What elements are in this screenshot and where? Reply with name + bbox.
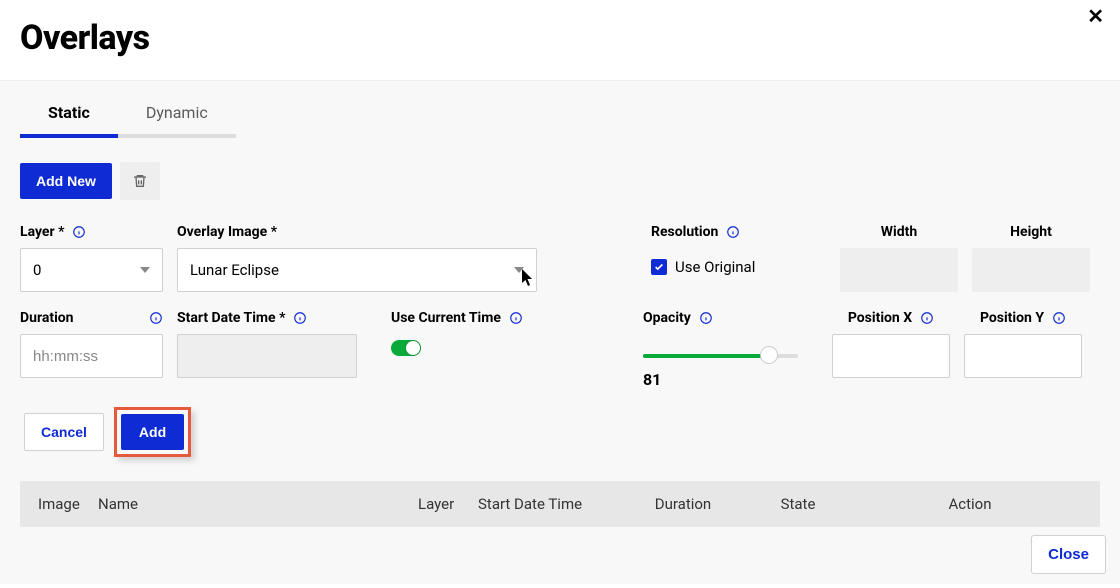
use-current-time-toggle[interactable]: [391, 340, 421, 356]
layer-label-row: Layer *: [20, 224, 163, 240]
opacity-slider[interactable]: [643, 354, 798, 358]
form-actions: Cancel Add: [0, 389, 1120, 457]
tab-static[interactable]: Static: [20, 97, 118, 134]
field-position-x: Position X: [832, 310, 950, 389]
position-x-label: Position X: [848, 310, 912, 326]
height-label-row: Height: [972, 224, 1090, 240]
use-original-label: Use Original: [675, 258, 755, 276]
th-layer: Layer: [418, 495, 478, 513]
use-current-time-label: Use Current Time: [391, 310, 501, 326]
field-overlay-image: Overlay Image * Lunar Eclipse: [177, 224, 537, 292]
close-button[interactable]: Close: [1031, 535, 1106, 574]
start-date-time-input-disabled: [177, 334, 357, 378]
position-y-input[interactable]: [964, 334, 1082, 378]
th-duration: Duration: [628, 495, 738, 513]
opacity-value: 81: [643, 370, 818, 389]
overlays-page: ✕ Overlays Static Dynamic Add New: [0, 0, 1120, 588]
field-use-current-time: Use Current Time: [391, 310, 561, 389]
info-icon[interactable]: [149, 311, 163, 325]
form-row-1: Layer * 0 Overlay Image * Lunar: [0, 200, 1120, 292]
th-action: Action: [858, 495, 1082, 513]
cancel-button[interactable]: Cancel: [24, 413, 104, 451]
add-new-button[interactable]: Add New: [20, 163, 112, 199]
tab-dynamic[interactable]: Dynamic: [118, 97, 236, 134]
info-icon[interactable]: [293, 311, 307, 325]
opacity-label-row: Opacity: [643, 310, 818, 326]
th-start-date-time: Start Date Time: [478, 495, 628, 513]
width-label: Width: [881, 224, 917, 240]
info-icon[interactable]: [509, 311, 523, 325]
use-original-checkbox[interactable]: [651, 259, 667, 275]
field-start-date-time: Start Date Time *: [177, 310, 357, 389]
overlay-image-label-row: Overlay Image *: [177, 224, 537, 240]
info-icon[interactable]: [1052, 311, 1066, 325]
width-input-disabled: [840, 248, 958, 292]
duration-label-row: Duration: [20, 310, 163, 326]
width-label-row: Width: [840, 224, 958, 240]
position-x-label-row: Position X: [832, 310, 950, 326]
toggle-knob: [406, 341, 420, 355]
field-opacity: Opacity 81: [643, 310, 818, 389]
field-layer: Layer * 0: [20, 224, 163, 292]
table-header: Image Name Layer Start Date Time Duratio…: [20, 481, 1100, 527]
use-original-row: Use Original: [651, 258, 826, 276]
duration-input[interactable]: [20, 334, 163, 378]
footer: Close: [1031, 535, 1106, 574]
tabs: Static Dynamic: [0, 81, 1120, 134]
overlay-image-value: Lunar Eclipse: [190, 261, 279, 279]
info-icon[interactable]: [726, 225, 740, 239]
tab-static-underline: [20, 134, 118, 138]
th-image: Image: [38, 495, 98, 513]
info-icon[interactable]: [920, 311, 934, 325]
field-position-y: Position Y: [964, 310, 1082, 389]
field-height: Height: [972, 224, 1090, 292]
start-date-time-label-row: Start Date Time *: [177, 310, 357, 326]
use-current-time-label-row: Use Current Time: [391, 310, 561, 326]
th-state: State: [738, 495, 858, 513]
chevron-down-icon: [514, 265, 524, 275]
resolution-label: Resolution: [651, 224, 718, 240]
duration-label: Duration: [20, 310, 74, 326]
toolbar: Add New: [0, 134, 1120, 200]
info-icon[interactable]: [699, 311, 713, 325]
height-input-disabled: [972, 248, 1090, 292]
trash-icon: [132, 173, 148, 189]
form-row-2: Duration Start Date Time *: [0, 292, 1120, 389]
tab-dynamic-underline: [118, 134, 236, 138]
opacity-label: Opacity: [643, 310, 691, 326]
overlay-image-label: Overlay Image *: [177, 224, 277, 240]
chevron-down-icon: [140, 265, 150, 275]
tab-dynamic-label: Dynamic: [146, 103, 208, 122]
page-title: Overlays: [20, 18, 1100, 58]
info-icon[interactable]: [72, 225, 86, 239]
slider-knob[interactable]: [760, 346, 778, 364]
close-icon[interactable]: ✕: [1081, 6, 1110, 28]
resolution-label-row: Resolution: [651, 224, 826, 240]
th-name: Name: [98, 495, 418, 513]
overlay-image-select[interactable]: Lunar Eclipse: [177, 248, 537, 292]
field-duration: Duration: [20, 310, 163, 389]
tab-static-label: Static: [48, 103, 90, 122]
position-y-label: Position Y: [980, 310, 1044, 326]
position-x-input[interactable]: [832, 334, 950, 378]
layer-label: Layer *: [20, 224, 64, 240]
slider-fill: [643, 354, 769, 358]
add-button[interactable]: Add: [121, 414, 184, 450]
header: Overlays: [0, 0, 1120, 80]
field-resolution: Resolution Use Original: [651, 224, 826, 292]
body: Static Dynamic Add New Lay: [0, 80, 1120, 584]
add-button-highlight: Add: [114, 407, 191, 457]
start-date-time-label: Start Date Time *: [177, 310, 285, 326]
delete-button[interactable]: [120, 162, 160, 200]
layer-select[interactable]: 0: [20, 248, 163, 292]
layer-value: 0: [33, 261, 41, 279]
position-y-label-row: Position Y: [964, 310, 1082, 326]
height-label: Height: [1010, 224, 1052, 240]
field-width: Width: [840, 224, 958, 292]
